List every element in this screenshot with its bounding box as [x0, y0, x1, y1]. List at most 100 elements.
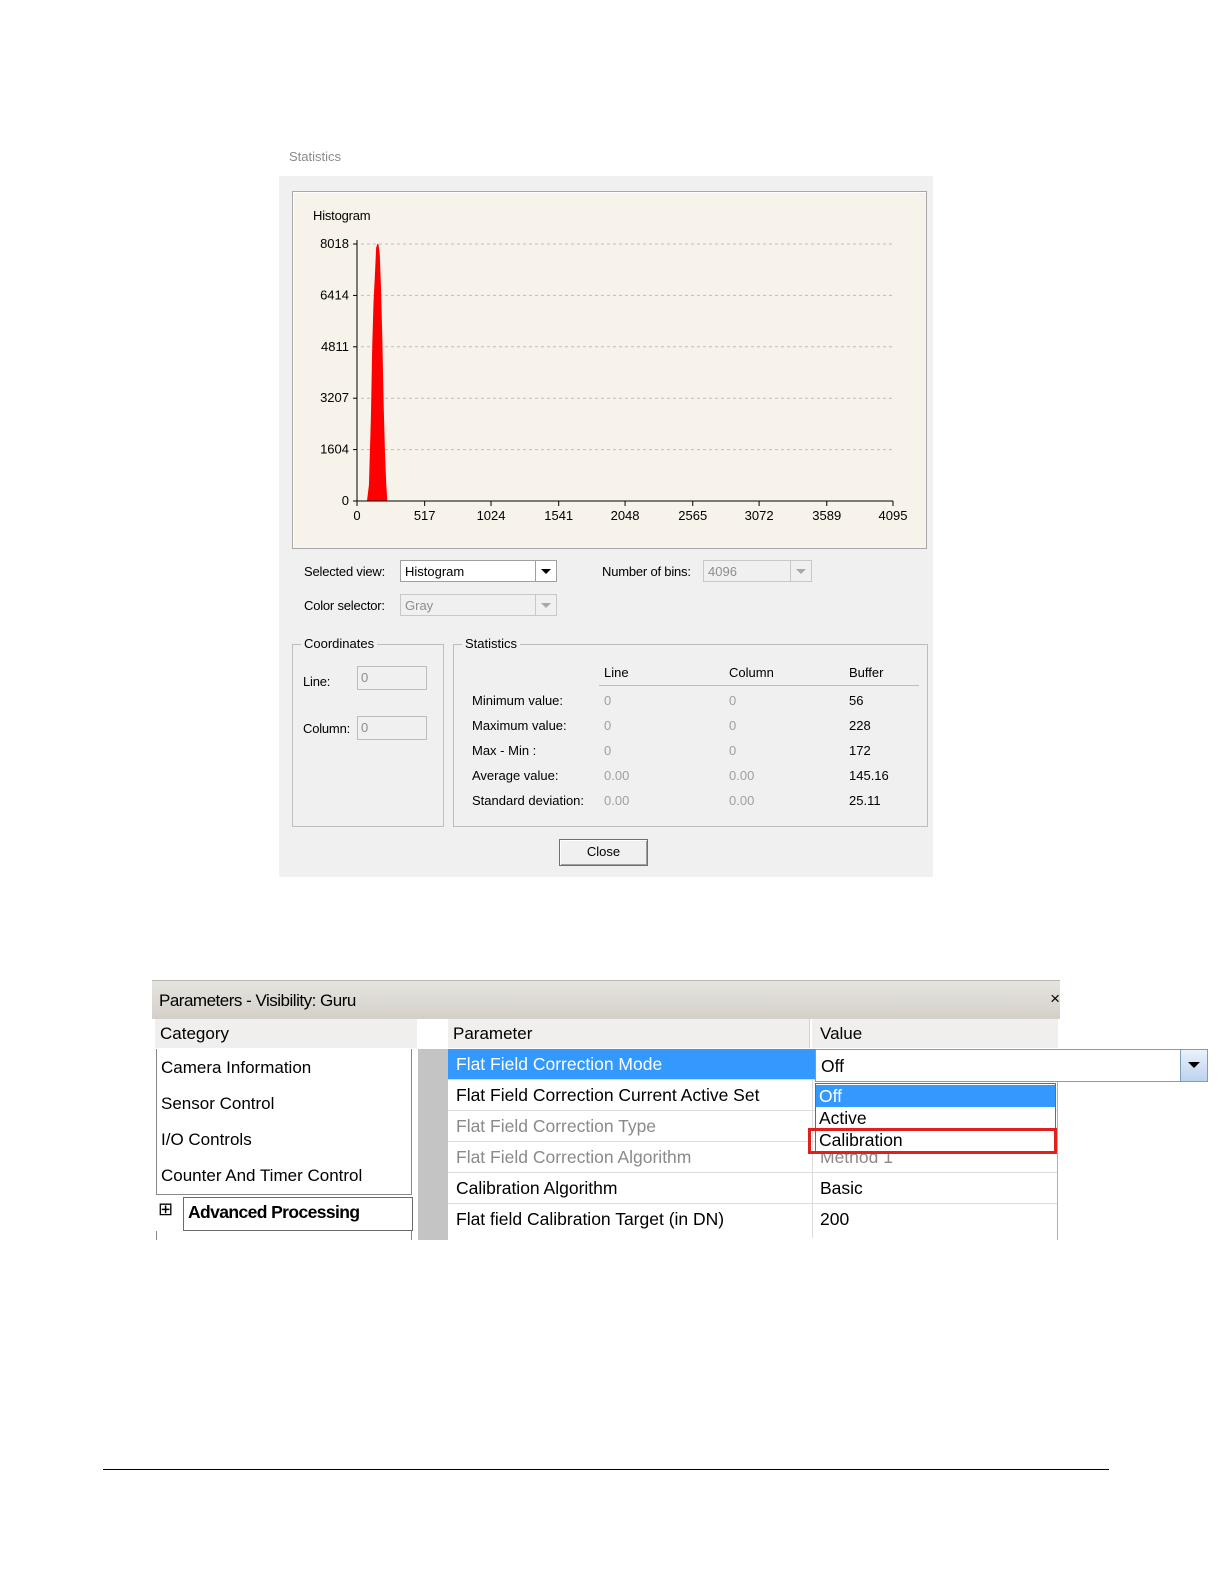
param-name: Flat Field Correction Current Active Set [456, 1085, 760, 1105]
chevron-down-icon[interactable] [535, 595, 556, 615]
row-header-strip [418, 1049, 448, 1240]
advanced-processing-label: Advanced Processing [188, 1202, 360, 1222]
histogram-series-area [366, 243, 388, 502]
category-header-label: Category [160, 1024, 229, 1043]
y-tick-label: 8018 [320, 236, 349, 251]
option-off-label: Off [819, 1086, 843, 1106]
category-header[interactable]: Category [155, 1019, 417, 1048]
x-tick-label: 4095 [879, 508, 908, 523]
close-button[interactable]: Close [559, 839, 648, 866]
stat-row-line: 0.00 [604, 793, 630, 808]
statistics-group-title: Statistics [462, 636, 521, 651]
x-tick-label: 1024 [477, 508, 506, 523]
number-of-bins-label: Number of bins: [602, 564, 691, 579]
category-counter-timer-control[interactable]: Counter And Timer Control [161, 1166, 362, 1186]
selected-view-value: Histogram [405, 564, 465, 579]
stat-row-column: 0 [729, 718, 737, 733]
column-label: Column: [303, 721, 351, 736]
chevron-down-icon[interactable] [790, 561, 811, 581]
param-name: Flat Field Correction Algorithm [456, 1147, 692, 1167]
stat-header-divider [599, 685, 919, 686]
close-icon[interactable]: × [1050, 989, 1060, 1009]
y-tick-label: 1604 [320, 442, 349, 457]
column-field[interactable]: 0 [357, 716, 427, 740]
param-name: Flat field Calibration Target (in DN) [456, 1209, 725, 1229]
parameter-header-label: Parameter [453, 1024, 533, 1043]
stat-col-column: Column [729, 665, 774, 680]
x-tick-label: 2565 [678, 508, 707, 523]
stat-row-line: 0 [604, 718, 612, 733]
line-value: 0 [361, 670, 369, 685]
column-divider [812, 1204, 813, 1238]
category-sensor-control[interactable]: Sensor Control [161, 1094, 274, 1114]
param-row-calibration-algorithm[interactable]: Calibration Algorithm Basic [448, 1173, 1058, 1204]
x-tick-label: 3072 [745, 508, 774, 523]
x-tick-label: 2048 [611, 508, 640, 523]
stat-row-label: Standard deviation: [472, 793, 585, 808]
stat-row-buffer: 56 [849, 693, 864, 708]
stat-row-label: Minimum value: [472, 693, 564, 708]
x-tick-label: 3589 [812, 508, 841, 523]
line-label: Line: [303, 674, 331, 689]
statistics-group: Statistics Line Column Buffer Minimum va… [453, 636, 928, 827]
param-value: Basic [820, 1178, 863, 1198]
number-of-bins-value: 4096 [708, 564, 737, 579]
category-list: Camera Information Sensor Control I/O Co… [156, 1049, 412, 1195]
statistics-dialog: Histogram 0 1604 3207 4811 6414 8018 0 517 1024 1… [279, 176, 933, 877]
y-tick-label: 6414 [320, 287, 349, 302]
x-tick-label: 517 [414, 508, 436, 523]
y-tick-label: 4811 [321, 339, 349, 354]
option-active-label: Active [819, 1108, 867, 1128]
parameter-header[interactable]: Parameter [448, 1019, 810, 1048]
param-value: 200 [820, 1209, 850, 1229]
stat-col-buffer: Buffer [849, 665, 884, 680]
stat-row-buffer: 172 [849, 743, 871, 758]
stat-row-label: Max - Min : [472, 743, 537, 758]
category-io-controls[interactable]: I/O Controls [161, 1130, 252, 1150]
param-name: Calibration Algorithm [456, 1178, 618, 1198]
chevron-down-icon[interactable] [1180, 1050, 1207, 1081]
option-active[interactable]: Active [816, 1107, 1055, 1129]
stat-row-column: 0.00 [729, 793, 755, 808]
ffc-mode-selected-value: Off [821, 1056, 845, 1076]
page-footer-rule [103, 1469, 1109, 1470]
option-off[interactable]: Off [816, 1085, 1055, 1107]
parameters-title: Parameters - Visibility: Guru [159, 991, 356, 1010]
parameters-title-bar: Parameters - Visibility: Guru × [152, 980, 1060, 1019]
column-divider [812, 1173, 813, 1204]
dialog-title: Statistics [289, 149, 342, 164]
coordinates-group: Coordinates Line: 0 Column: 0 [292, 636, 444, 827]
stat-row-column: 0 [729, 693, 737, 708]
color-selector-value: Gray [405, 598, 434, 613]
stat-row-label: Maximum value: [472, 718, 567, 733]
expand-icon[interactable]: ⊞ [158, 1199, 173, 1220]
line-field[interactable]: 0 [357, 666, 427, 690]
stat-row-line: 0.00 [604, 768, 630, 783]
stat-row-label: Average value: [472, 768, 559, 783]
number-of-bins-dropdown[interactable]: 4096 [703, 560, 812, 582]
category-camera-information[interactable]: Camera Information [161, 1058, 311, 1078]
stat-row-column: 0.00 [729, 768, 755, 783]
chevron-down-icon[interactable] [535, 561, 556, 581]
histogram-chart: 0 1604 3207 4811 6414 8018 0 517 1024 1541 2048 256… [320, 236, 908, 523]
stat-row-buffer: 25.11 [849, 793, 881, 808]
coordinates-group-title: Coordinates [301, 636, 378, 651]
category-list-continuation [156, 1231, 412, 1240]
value-header-label: Value [820, 1024, 863, 1043]
advanced-processing-node[interactable]: Advanced Processing [183, 1197, 413, 1231]
selected-view-dropdown[interactable]: Histogram [400, 560, 557, 582]
x-tick-label: 0 [353, 508, 360, 523]
calibration-highlight-box [808, 1128, 1057, 1154]
color-selector-label: Color selector: [304, 598, 385, 613]
value-header[interactable]: Value [812, 1019, 1058, 1048]
param-row-calibration-target[interactable]: Flat field Calibration Target (in DN) 20… [448, 1204, 1058, 1238]
y-tick-label: 0 [342, 493, 349, 508]
param-name: Flat Field Correction Type [456, 1116, 657, 1136]
x-tick-label: 1541 [544, 508, 573, 523]
stat-row-buffer: 228 [849, 718, 871, 733]
column-divider [812, 1080, 813, 1111]
color-selector-dropdown[interactable]: Gray [400, 594, 557, 616]
ffc-mode-value-dropdown[interactable]: Off [815, 1049, 1208, 1082]
stat-row-buffer: 145.16 [849, 768, 889, 783]
column-value: 0 [361, 720, 369, 735]
